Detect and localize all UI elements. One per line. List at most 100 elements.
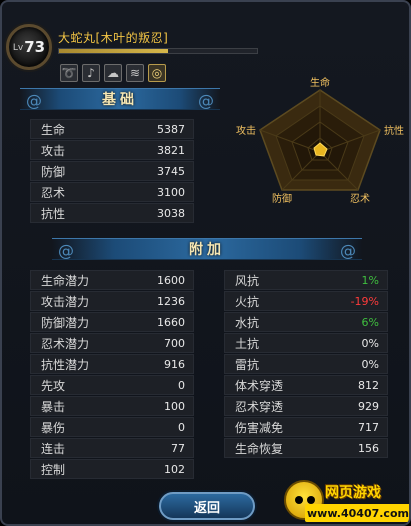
stat-value: 3745 [157, 164, 185, 178]
stat-value: 0 [178, 378, 185, 392]
stat-value: 77 [171, 441, 185, 455]
stat-value: 3100 [157, 185, 185, 199]
level-prefix: Lv [12, 43, 24, 53]
basic-stat-row: 忍术 3100 [30, 182, 194, 202]
stat-value: 700 [164, 336, 185, 350]
stat-value: 1660 [157, 315, 185, 329]
extra-stat-row: 忍术穿透 929 [224, 396, 388, 416]
experience-bar [58, 48, 258, 54]
level-badge: Lv 73 [6, 24, 52, 70]
stat-value: 5387 [157, 122, 185, 136]
extra-stat-row: 土抗 0% [224, 333, 388, 353]
stat-label: 防御 [41, 164, 66, 179]
stat-value: 916 [164, 357, 185, 371]
extra-section-title: 附加 [189, 242, 225, 258]
stat-value: 1% [361, 273, 379, 287]
stat-label: 防御潜力 [41, 315, 90, 330]
stat-label: 暴伤 [41, 420, 66, 435]
stat-label: 忍术穿透 [235, 399, 284, 414]
extra-stat-row: 抗性潜力 916 [30, 354, 194, 374]
radar-web [259, 89, 381, 191]
radar-label-resist: 抗性 [384, 124, 404, 137]
stat-label: 生命恢复 [235, 441, 284, 456]
spiral-icon[interactable]: ◎ [148, 64, 166, 82]
stat-value: 3821 [157, 143, 185, 157]
swirl-icon[interactable]: ➰ [60, 64, 78, 82]
stat-value: 102 [164, 462, 185, 476]
stat-label: 攻击潜力 [41, 294, 90, 309]
basic-section-banner: @ 基础 @ [20, 88, 220, 110]
stat-label: 抗性 [41, 206, 66, 221]
swirl-ornament-icon: @ [26, 91, 42, 110]
basic-stat-row: 抗性 3038 [30, 203, 194, 223]
level-number: 73 [24, 38, 46, 56]
stat-value: 1600 [157, 273, 185, 287]
stat-value: 0% [361, 357, 379, 371]
swirl-ornament-icon: @ [198, 91, 214, 110]
basic-stat-row: 生命 5387 [30, 119, 194, 139]
stat-value: 0 [178, 420, 185, 434]
stat-label: 伤害减免 [235, 420, 284, 435]
extra-stat-row: 防御潜力 1660 [30, 312, 194, 332]
watermark-text: 网页游戏 [325, 485, 381, 501]
cloud-icon[interactable]: ☁ [104, 64, 122, 82]
swirl-ornament-icon: @ [58, 241, 74, 260]
stat-label: 抗性潜力 [41, 357, 90, 372]
stat-value: 156 [358, 441, 379, 455]
stat-value: 6% [361, 315, 379, 329]
attribute-radar-chart: 生命 抗性 忍术 防御 攻击 [236, 76, 404, 205]
extra-stat-row: 控制 102 [30, 459, 194, 479]
stat-value: 1236 [157, 294, 185, 308]
stat-label: 先攻 [41, 378, 66, 393]
basic-section-title: 基础 [102, 92, 138, 108]
extra-stat-row: 暴击 100 [30, 396, 194, 416]
extra-stat-row: 雷抗 0% [224, 354, 388, 374]
stat-value: 0% [361, 336, 379, 350]
extra-stat-row: 忍术潜力 700 [30, 333, 194, 353]
stat-label: 忍术潜力 [41, 336, 90, 351]
watermark-url: www.40407.com [305, 504, 409, 522]
stat-label: 风抗 [235, 273, 260, 288]
radar-label-defense: 防御 [272, 192, 292, 205]
extra-stat-row: 风抗 1% [224, 270, 388, 290]
radar-label-ninjutsu: 忍术 [350, 193, 370, 205]
extra-stat-row: 伤害减免 717 [224, 417, 388, 437]
extra-stat-row: 生命潜力 1600 [30, 270, 194, 290]
extra-stat-row: 连击 77 [30, 438, 194, 458]
swirl-ornament-icon: @ [340, 241, 356, 260]
character-name: 大蛇丸[木叶的叛忍] [58, 31, 169, 45]
skill-icon-row: ➰ ♪ ☁ ≋ ◎ [60, 64, 166, 82]
stat-label: 雷抗 [235, 357, 260, 372]
extra-section-banner: @ 附加 @ [52, 238, 362, 260]
character-stats-panel: Lv 73 大蛇丸[木叶的叛忍] ➰ ♪ ☁ ≋ ◎ @ 基础 @ 生命 538… [0, 0, 411, 526]
stat-label: 连击 [41, 441, 66, 456]
music-note-icon[interactable]: ♪ [82, 64, 100, 82]
stat-value: -19% [350, 294, 379, 308]
experience-bar-fill [59, 49, 168, 53]
stat-label: 攻击 [41, 143, 66, 158]
stat-label: 忍术 [41, 185, 66, 200]
stat-label: 体术穿透 [235, 378, 284, 393]
basic-stat-row: 攻击 3821 [30, 140, 194, 160]
radar-label-attack: 攻击 [236, 124, 256, 137]
stat-label: 土抗 [235, 336, 260, 351]
wind-icon[interactable]: ≋ [126, 64, 144, 82]
return-button[interactable]: 返回 [159, 492, 255, 520]
stat-label: 控制 [41, 462, 66, 477]
extra-stat-row: 火抗 -19% [224, 291, 388, 311]
extra-stat-row: 攻击潜力 1236 [30, 291, 194, 311]
stat-value: 929 [358, 399, 379, 413]
stat-value: 812 [358, 378, 379, 392]
radar-label-hp: 生命 [310, 76, 330, 89]
extra-stat-row: 生命恢复 156 [224, 438, 388, 458]
stat-value: 3038 [157, 206, 185, 220]
extra-stat-row: 先攻 0 [30, 375, 194, 395]
stat-label: 火抗 [235, 294, 260, 309]
stat-label: 水抗 [235, 315, 260, 330]
stat-label: 暴击 [41, 399, 66, 414]
basic-stat-row: 防御 3745 [30, 161, 194, 181]
extra-stat-row: 水抗 6% [224, 312, 388, 332]
stat-value: 100 [164, 399, 185, 413]
stat-label: 生命 [41, 122, 66, 137]
extra-stat-row: 体术穿透 812 [224, 375, 388, 395]
